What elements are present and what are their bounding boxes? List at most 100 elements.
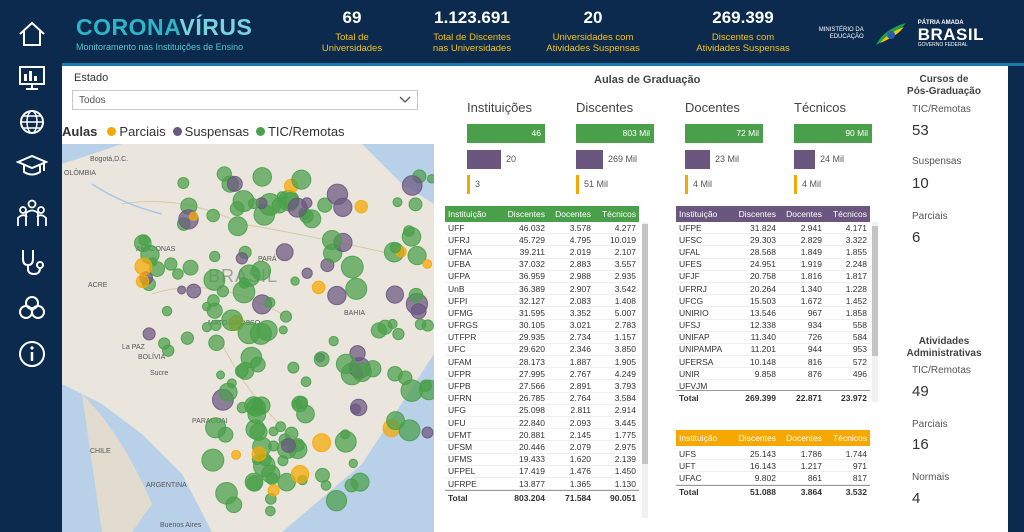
table-row[interactable]: UTFPR 29.935 2.734 1.157	[445, 332, 639, 344]
table-row[interactable]: UFS 25.143 1.786 1.744	[676, 448, 870, 461]
university-marker[interactable]	[182, 259, 199, 276]
table-row[interactable]: UFPB 27.566 2.891 3.793	[445, 380, 639, 393]
university-marker[interactable]	[287, 197, 308, 218]
university-marker[interactable]	[209, 250, 221, 263]
university-marker[interactable]	[172, 268, 184, 280]
university-marker[interactable]	[320, 480, 332, 491]
table-row[interactable]: UNIFAP 11.340 726 584	[676, 332, 870, 344]
legend-item-parciais[interactable]: Parciais	[119, 124, 165, 139]
table-header[interactable]: Docentes	[779, 433, 825, 443]
university-marker[interactable]	[134, 257, 153, 276]
university-marker[interactable]	[284, 426, 299, 441]
table-parciais[interactable]: Instituição Discentes Docentes Técnicos …	[676, 430, 870, 499]
university-marker[interactable]	[142, 327, 156, 341]
university-marker[interactable]	[267, 484, 280, 497]
table-row[interactable]: UFPE 31.824 2.941 4.171	[676, 222, 870, 235]
university-marker[interactable]	[422, 259, 433, 269]
table-row[interactable]: UFMG 31.595 3.352 5.007	[445, 307, 639, 320]
table-header[interactable]: Técnicos	[825, 209, 870, 219]
table-row[interactable]: UFSC 29.303 2.829 3.322	[676, 234, 870, 247]
table-header[interactable]: Docentes	[548, 209, 594, 219]
table-row[interactable]: UFRJ 45.729 4.795 10.019	[445, 234, 639, 247]
dashboard-icon[interactable]	[16, 62, 48, 94]
legend-item-remotas[interactable]: TIC/Remotas	[268, 124, 345, 139]
university-marker[interactable]	[210, 319, 222, 332]
university-marker[interactable]	[387, 318, 398, 330]
university-marker[interactable]	[354, 199, 369, 214]
university-marker[interactable]	[245, 419, 266, 440]
university-marker[interactable]	[265, 505, 276, 517]
university-marker[interactable]	[414, 318, 427, 331]
university-marker[interactable]	[340, 255, 364, 279]
scrollbar[interactable]	[642, 222, 648, 518]
bar-orange[interactable]	[467, 175, 470, 194]
university-marker[interactable]	[247, 198, 259, 210]
table-row[interactable]: UnB 36.389 2.907 3.542	[445, 283, 639, 296]
legend-item-suspensas[interactable]: Suspensas	[185, 124, 249, 139]
table-row[interactable]: UFPR 27.995 2.767 4.249	[445, 368, 639, 381]
university-marker[interactable]	[278, 325, 288, 335]
bar-purple[interactable]	[685, 150, 710, 169]
table-row[interactable]: UFRN 26.785 2.764 3.584	[445, 393, 639, 405]
university-marker[interactable]	[231, 449, 242, 460]
university-marker[interactable]	[261, 464, 281, 484]
table-row[interactable]: UFRPE 13.877 1.365 1.130	[445, 478, 639, 491]
graduation-cap-icon[interactable]	[16, 150, 48, 182]
table-row[interactable]: UFPA 36.959 2.988 2.935	[445, 271, 639, 283]
table-row[interactable]: UFT 16.143 1.217 971	[676, 460, 870, 473]
table-header[interactable]: Instituição	[445, 209, 499, 219]
university-marker[interactable]	[226, 175, 243, 192]
table-row[interactable]: UNIR 9.858 876 496	[676, 368, 870, 381]
university-marker[interactable]	[385, 285, 405, 304]
table-row[interactable]: UNIRIO 13.546 967 1.858	[676, 307, 870, 320]
table-row[interactable]: UFMS 19.433 1.620 2.139	[445, 454, 639, 466]
university-marker[interactable]	[300, 376, 312, 388]
people-icon[interactable]	[16, 198, 48, 230]
bar-purple[interactable]	[467, 150, 501, 169]
university-marker[interactable]	[290, 465, 310, 484]
university-marker[interactable]	[401, 175, 423, 196]
table-row[interactable]: UFRRJ 20.264 1.340 1.228	[676, 283, 870, 296]
university-marker[interactable]	[311, 280, 326, 295]
university-marker[interactable]	[227, 216, 248, 237]
university-marker[interactable]	[345, 277, 368, 300]
table-header[interactable]: Discentes	[730, 209, 779, 219]
university-marker[interactable]	[276, 191, 288, 202]
university-marker[interactable]	[217, 426, 234, 443]
info-icon[interactable]	[16, 338, 48, 370]
globe-icon[interactable]	[16, 106, 48, 138]
university-marker[interactable]	[186, 283, 202, 299]
university-marker[interactable]	[370, 322, 388, 339]
university-marker[interactable]	[177, 177, 190, 189]
table-row[interactable]: UFPEL 17.419 1.476 1.450	[445, 466, 639, 478]
university-marker[interactable]	[279, 310, 293, 323]
home-icon[interactable]	[16, 18, 48, 50]
table-row[interactable]: UFC 29.620 2.346 3.850	[445, 344, 639, 357]
university-marker[interactable]	[238, 264, 261, 287]
university-marker[interactable]	[216, 370, 226, 380]
university-marker[interactable]	[236, 401, 249, 414]
table-row[interactable]: UFSJ 12.338 934 558	[676, 320, 870, 332]
university-marker[interactable]	[290, 276, 300, 286]
university-marker[interactable]	[421, 426, 434, 439]
university-marker[interactable]	[291, 395, 308, 413]
table-row[interactable]: UFSM 20.446 2.079 2.975	[445, 441, 639, 454]
table-row[interactable]: UFMT 20.881 2.145 1.775	[445, 429, 639, 442]
university-marker[interactable]	[287, 361, 300, 374]
bar-orange[interactable]	[576, 175, 579, 194]
biohazard-icon[interactable]	[16, 292, 48, 324]
table-row[interactable]: UFMA 39.211 2.019 2.107	[445, 246, 639, 259]
university-marker[interactable]	[229, 201, 245, 217]
university-marker[interactable]	[281, 438, 296, 453]
scrollbar-thumb[interactable]	[642, 224, 648, 464]
university-marker[interactable]	[392, 197, 403, 208]
university-marker[interactable]	[275, 243, 294, 262]
table-header[interactable]: Discentes	[499, 209, 548, 219]
table-suspensas[interactable]: Instituição Discentes Docentes Técnicos …	[676, 206, 870, 404]
table-row[interactable]: UFU 22.840 2.093 3.445	[445, 417, 639, 430]
university-marker[interactable]	[225, 496, 243, 514]
bar-orange[interactable]	[685, 175, 688, 194]
university-marker[interactable]	[251, 446, 267, 462]
university-marker[interactable]	[252, 167, 273, 187]
university-marker[interactable]	[291, 169, 312, 190]
